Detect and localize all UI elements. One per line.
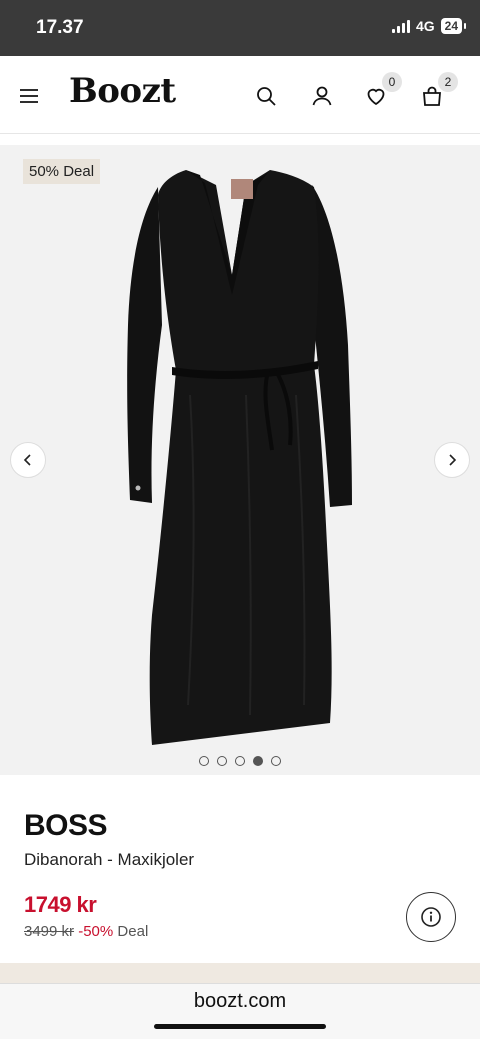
status-indicators: 4G 24 xyxy=(391,18,467,34)
chevron-right-icon xyxy=(449,454,457,466)
carousel-dot[interactable] xyxy=(271,756,281,766)
network-label: 4G xyxy=(415,18,435,34)
price-info-button[interactable] xyxy=(406,892,456,942)
carousel-dot[interactable] xyxy=(217,756,227,766)
browser-address-bar[interactable]: boozt.com xyxy=(0,983,480,1039)
discount-percent: -50% xyxy=(78,923,114,940)
brand-name[interactable]: BOSS xyxy=(24,809,108,843)
site-header: Boozt 0 2 xyxy=(0,56,480,134)
info-icon xyxy=(421,907,441,927)
dress-image[interactable] xyxy=(0,145,480,775)
cart-count-badge: 2 xyxy=(438,72,458,92)
wishlist-button[interactable]: 0 xyxy=(360,72,402,112)
home-indicator[interactable] xyxy=(154,1024,326,1029)
carousel-dot[interactable] xyxy=(235,756,245,766)
section-divider xyxy=(0,963,480,983)
product-image-gallery[interactable]: 50% Deal xyxy=(0,145,480,775)
next-image-button[interactable] xyxy=(434,442,470,478)
status-bar: 17.37 4G 24 xyxy=(0,0,480,56)
signal-icon xyxy=(391,19,410,33)
cart-button[interactable]: 2 xyxy=(416,72,458,112)
menu-button[interactable] xyxy=(13,80,45,112)
current-price: 1749 kr xyxy=(24,892,97,917)
carousel-dots xyxy=(0,756,480,766)
previous-image-button[interactable] xyxy=(10,442,46,478)
header-spacer xyxy=(0,134,480,145)
battery-level: 24 xyxy=(444,19,458,33)
account-button[interactable] xyxy=(306,80,338,112)
product-name: Dibanorah - Maxikjoler xyxy=(24,850,195,869)
carousel-dot-active[interactable] xyxy=(253,756,263,766)
chevron-left-icon xyxy=(23,454,31,466)
status-time: 17.37 xyxy=(36,17,84,38)
hamburger-icon xyxy=(20,89,38,103)
original-price: 3499 kr xyxy=(24,923,75,940)
product-info: BOSS Dibanorah - Maxikjoler 1749 kr 3499… xyxy=(0,775,480,963)
user-icon xyxy=(312,86,332,106)
deal-badge: 50% Deal xyxy=(23,159,101,184)
wishlist-count-badge: 0 xyxy=(382,72,402,92)
deal-label: Deal xyxy=(117,923,149,940)
battery-icon: 24 xyxy=(440,18,467,34)
price-details: 3499 kr -50% Deal xyxy=(24,923,148,940)
boozt-logo[interactable]: Boozt xyxy=(69,71,176,111)
url-text[interactable]: boozt.com xyxy=(0,990,480,1013)
carousel-dot[interactable] xyxy=(199,756,209,766)
search-icon xyxy=(257,87,276,106)
search-button[interactable] xyxy=(250,80,282,112)
